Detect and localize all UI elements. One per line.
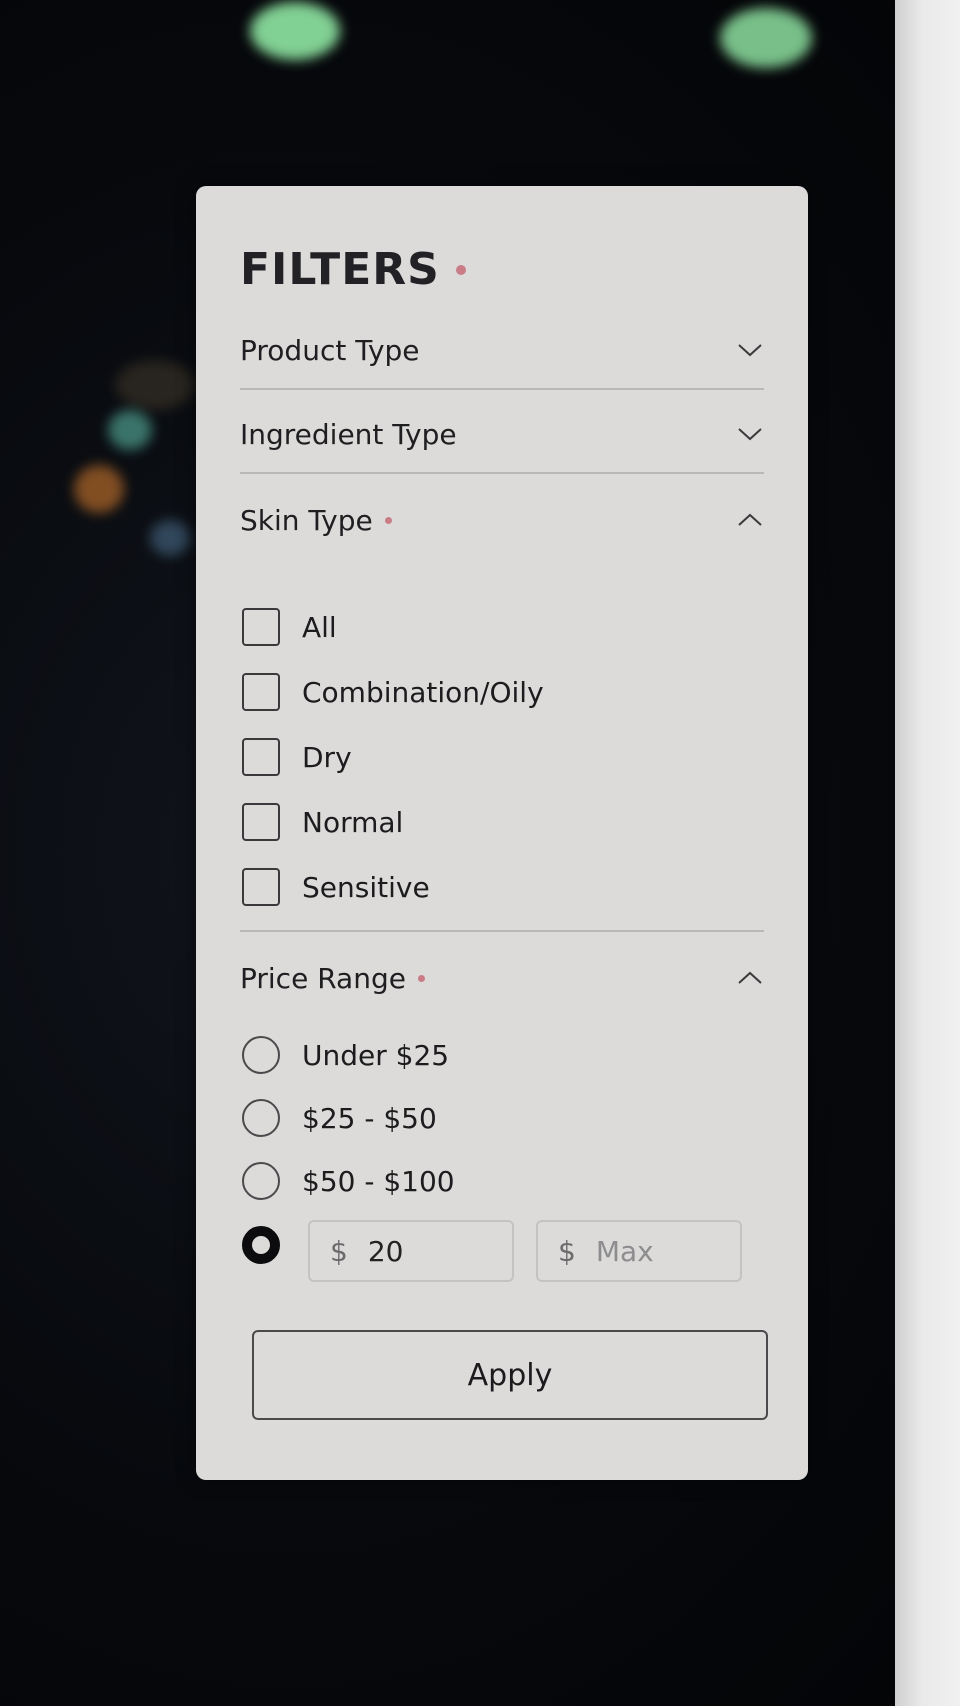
section-product-type[interactable]: Product Type xyxy=(240,326,764,374)
option-label: $50 - $100 xyxy=(302,1164,455,1198)
section-ingredient-type[interactable]: Ingredient Type xyxy=(240,410,764,458)
chevron-down-icon xyxy=(736,336,764,364)
currency-symbol: $ xyxy=(330,1234,348,1268)
min-price-input[interactable]: $ 20 xyxy=(308,1220,514,1282)
adjacent-panel-edge xyxy=(895,0,960,1706)
price-option-50-100[interactable]: $50 - $100 xyxy=(242,1162,455,1200)
background-light xyxy=(720,8,812,68)
skin-type-option-all[interactable]: All xyxy=(242,608,337,646)
currency-symbol: $ xyxy=(558,1234,576,1268)
skin-type-label: Skin Type xyxy=(240,503,373,537)
ingredient-type-toggle[interactable]: Ingredient Type xyxy=(240,410,764,458)
active-indicator-dot xyxy=(417,974,425,982)
price-range-toggle[interactable]: Price Range xyxy=(240,954,764,1002)
checkbox[interactable] xyxy=(242,608,280,646)
option-label: Dry xyxy=(302,740,352,774)
section-divider xyxy=(240,388,764,390)
skin-type-toggle[interactable]: Skin Type xyxy=(240,496,764,544)
option-label: Combination/Oily xyxy=(302,675,544,709)
chevron-up-icon xyxy=(736,964,764,992)
screen-background: FILTERS Product Type Ingredient Type Ski… xyxy=(0,0,960,1706)
filters-header: FILTERS xyxy=(240,244,466,295)
radio-button[interactable] xyxy=(242,1099,280,1137)
checkbox[interactable] xyxy=(242,803,280,841)
background-light xyxy=(150,520,190,556)
option-label: Normal xyxy=(302,805,404,839)
filters-panel: FILTERS Product Type Ingredient Type Ski… xyxy=(196,186,808,1480)
skin-type-heading: Skin Type xyxy=(240,504,392,537)
background-light xyxy=(115,360,195,410)
checkbox[interactable] xyxy=(242,738,280,776)
ingredient-type-label: Ingredient Type xyxy=(240,417,457,451)
product-type-label: Product Type xyxy=(240,333,420,367)
checkbox[interactable] xyxy=(242,673,280,711)
price-option-25-50[interactable]: $25 - $50 xyxy=(242,1099,437,1137)
skin-type-option-normal[interactable]: Normal xyxy=(242,803,403,841)
section-divider xyxy=(240,930,764,932)
checkbox[interactable] xyxy=(242,868,280,906)
product-type-toggle[interactable]: Product Type xyxy=(240,326,764,374)
background-light xyxy=(74,465,124,513)
section-divider xyxy=(240,472,764,474)
section-price-range[interactable]: Price Range xyxy=(240,954,764,1002)
active-indicator-dot xyxy=(384,516,392,524)
background-light xyxy=(108,410,152,450)
price-range-label: Price Range xyxy=(240,961,406,995)
radio-button-selected[interactable] xyxy=(242,1226,280,1264)
min-price-value: 20 xyxy=(367,1234,404,1268)
skin-type-option-combination-oily[interactable]: Combination/Oily xyxy=(242,673,544,711)
chevron-up-icon xyxy=(736,506,764,534)
active-indicator-dot xyxy=(455,264,466,275)
option-label: $25 - $50 xyxy=(302,1101,437,1135)
filters-title: FILTERS xyxy=(240,244,440,295)
max-price-input[interactable]: $ Max xyxy=(536,1220,742,1282)
skin-type-option-dry[interactable]: Dry xyxy=(242,738,352,776)
apply-button[interactable]: Apply xyxy=(252,1330,768,1420)
option-label: Sensitive xyxy=(302,870,430,904)
background-light xyxy=(250,2,340,60)
radio-button[interactable] xyxy=(242,1162,280,1200)
max-price-placeholder: Max xyxy=(595,1234,654,1268)
option-label: All xyxy=(302,610,337,644)
price-range-heading: Price Range xyxy=(240,962,425,995)
chevron-down-icon xyxy=(736,420,764,448)
option-label: Under $25 xyxy=(302,1038,450,1072)
price-option-under-25[interactable]: Under $25 xyxy=(242,1036,449,1074)
price-option-custom[interactable] xyxy=(242,1226,280,1264)
section-skin-type[interactable]: Skin Type xyxy=(240,496,764,544)
radio-button[interactable] xyxy=(242,1036,280,1074)
skin-type-option-sensitive[interactable]: Sensitive xyxy=(242,868,430,906)
